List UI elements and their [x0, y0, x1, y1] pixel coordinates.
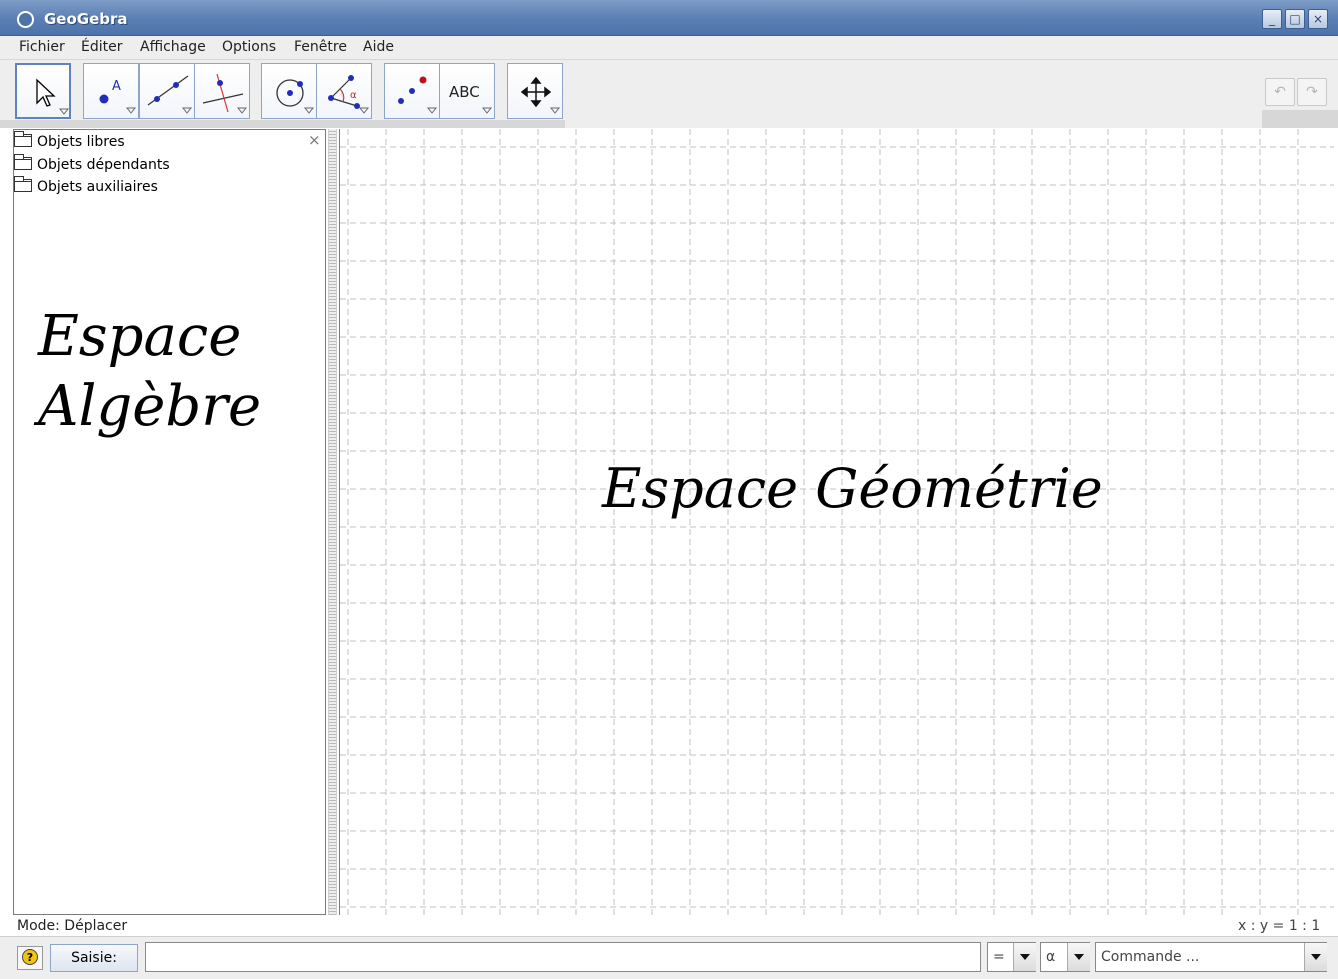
- svg-text:α: α: [350, 90, 357, 101]
- line-through-points-icon: [147, 75, 193, 114]
- menu-fichier[interactable]: Fichier: [19, 39, 65, 55]
- svg-text:A: A: [112, 79, 121, 94]
- angle-tool-button[interactable]: α: [316, 63, 372, 119]
- folder-label: Objets dépendants: [37, 157, 170, 173]
- circle-icon: [276, 79, 315, 114]
- chevron-down-icon: [1067, 943, 1090, 971]
- input-help-button[interactable]: ?: [17, 946, 43, 970]
- minimize-button[interactable]: _: [1262, 9, 1282, 29]
- input-label-button[interactable]: Saisie:: [50, 944, 138, 972]
- text-icon: ABC: [449, 83, 493, 114]
- close-button[interactable]: ×: [1308, 9, 1328, 29]
- menu-editer[interactable]: Éditer: [81, 39, 122, 55]
- chevron-down-icon: [1304, 943, 1327, 971]
- point-tool-button[interactable]: A: [83, 63, 139, 119]
- operator-select-value: =: [993, 949, 1005, 965]
- command-select-placeholder: Commande ...: [1101, 949, 1200, 965]
- mode-status: Mode: Déplacer: [17, 918, 128, 934]
- folder-objets-dependants[interactable]: Objets dépendants: [14, 154, 170, 173]
- menu-fenetre[interactable]: Fenêtre: [294, 39, 347, 55]
- line-tool-button[interactable]: [139, 63, 195, 119]
- folder-icon: [14, 154, 32, 170]
- menu-options[interactable]: Options: [222, 39, 276, 55]
- command-select[interactable]: Commande ...: [1095, 942, 1327, 972]
- folder-objets-auxiliaires[interactable]: Objets auxiliaires: [14, 176, 158, 195]
- angle-icon: α: [328, 75, 370, 114]
- algebra-overlay-line1: Espace: [38, 304, 242, 369]
- folder-label: Objets auxiliaires: [37, 179, 158, 195]
- undo-button[interactable]: ↶: [1265, 78, 1295, 106]
- perpendicular-line-icon: [202, 73, 248, 114]
- operator-select[interactable]: =: [987, 942, 1036, 972]
- move-tool-button[interactable]: [15, 63, 71, 119]
- chevron-down-icon: [1013, 943, 1036, 971]
- toolbar-divider-right: [1262, 110, 1338, 128]
- circle-tool-button[interactable]: [261, 63, 317, 119]
- help-icon: ?: [22, 949, 38, 965]
- point-icon: A: [99, 79, 137, 114]
- algebra-overlay-line2: Algèbre: [38, 374, 262, 439]
- pointer-arrow-icon: [36, 78, 70, 115]
- perpendicular-tool-button[interactable]: [194, 63, 250, 119]
- folder-objets-libres[interactable]: Objets libres: [14, 131, 125, 150]
- input-field[interactable]: [145, 942, 981, 972]
- text-tool-button[interactable]: ABC: [439, 63, 495, 119]
- folder-icon: [14, 131, 32, 147]
- svg-text:ABC: ABC: [449, 83, 480, 101]
- reflect-tool-button[interactable]: [384, 63, 440, 119]
- move-view-tool-button[interactable]: [507, 63, 563, 119]
- pane-splitter[interactable]: [328, 129, 337, 915]
- symbol-select-value: α: [1046, 949, 1056, 965]
- move-graphics-icon: [520, 76, 561, 114]
- title-bar: [0, 0, 1338, 36]
- geometry-overlay-label: Espace Géométrie: [602, 457, 1103, 520]
- menu-aide[interactable]: Aide: [363, 39, 394, 55]
- menu-affichage[interactable]: Affichage: [140, 39, 206, 55]
- symbol-select[interactable]: α: [1040, 942, 1090, 972]
- close-algebra-view-button[interactable]: ×: [308, 131, 321, 149]
- axis-scale-status: x : y = 1 : 1: [1238, 918, 1321, 934]
- folder-label: Objets libres: [37, 134, 125, 150]
- redo-button[interactable]: ↷: [1297, 78, 1327, 106]
- algebra-view[interactable]: [13, 129, 326, 915]
- reflect-point-icon: [398, 76, 438, 114]
- graphics-view[interactable]: Espace Géométrie: [339, 129, 1334, 915]
- geogebra-logo-icon: [17, 11, 34, 28]
- toolbar-divider: [0, 120, 565, 128]
- window-title: GeoGebra: [44, 10, 128, 28]
- folder-icon: [14, 176, 32, 192]
- maximize-button[interactable]: □: [1285, 9, 1305, 29]
